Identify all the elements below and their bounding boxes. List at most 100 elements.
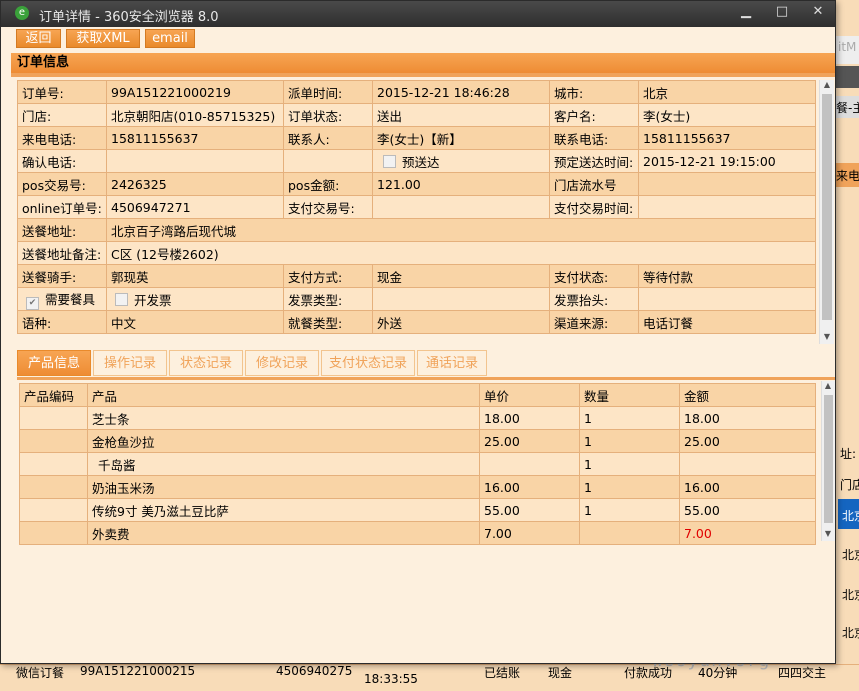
column-header: 单价 (479, 383, 580, 407)
order-info-table: 订单号: 99A151221000219 派单时间: 2015-12-21 18:46… (17, 80, 816, 334)
info-row: 语种: 中文 就餐类型: 外送 渠道来源: 电话订餐 (17, 310, 816, 334)
table-cell (19, 429, 88, 453)
address-row: 送餐地址: 北京百子湾路后现代城 (17, 218, 816, 242)
field-label: 送餐骑手: (17, 264, 107, 288)
table-row[interactable]: 芝士条 18.00 1 18.00 (19, 406, 816, 430)
checkbox-label: 开发票 (134, 292, 172, 308)
field-label (283, 149, 373, 173)
table-cell: 芝士条 (87, 406, 480, 430)
field-value: 4506947271 (106, 195, 284, 219)
info-row: pos交易号: 2426325 pos金额: 121.00 门店流水号 (17, 172, 816, 196)
field-value: 外送 (372, 310, 550, 334)
table-cell: 18.00 (479, 406, 580, 430)
info-row: 来电电话: 15811155637 联系人: 李(女士)【新】 联系电话: 1581115… (17, 126, 816, 150)
bg-fragment: 北京 (842, 626, 859, 640)
field-label: 来电电话: (17, 126, 107, 150)
field-value: 郭现英 (106, 264, 284, 288)
table-row[interactable]: 千岛酱 1 (19, 452, 816, 476)
field-value: 2015-12-21 19:15:00 (638, 149, 816, 173)
checkbox-label: 预送达 (402, 154, 440, 170)
field-label: 城市: (549, 80, 639, 104)
browser-logo-icon: e (15, 6, 29, 20)
tab-payment-status-log[interactable]: 支付状态记录 (321, 350, 415, 376)
column-header: 产品 (87, 383, 480, 407)
field-value: 15811155637 (106, 126, 284, 150)
need-tableware-checkbox[interactable]: ✔ 需要餐具 (17, 287, 107, 311)
column-header: 数量 (579, 383, 680, 407)
product-scrollbar[interactable]: ▲ ▼ (821, 381, 835, 541)
field-value: 15811155637 (638, 126, 816, 150)
field-label: 支付交易时间: (549, 195, 639, 219)
field-value (638, 172, 816, 196)
field-value: 李(女士)【新】 (372, 126, 550, 150)
scroll-down-icon[interactable]: ▼ (821, 332, 833, 341)
table-cell: 7.00 (479, 521, 580, 545)
field-label: 联系人: (283, 126, 373, 150)
table-row[interactable]: 金枪鱼沙拉 25.00 1 25.00 (19, 429, 816, 453)
order-detail-window: e 订单详情 - 360安全浏览器 8.0 ▁ □ ✕ 返回 获取XML ema… (0, 0, 836, 664)
field-value (106, 149, 284, 173)
table-cell: 16.00 (479, 475, 580, 499)
field-value (372, 195, 550, 219)
field-label: 客户名: (549, 103, 639, 127)
column-header: 产品编码 (19, 383, 88, 407)
table-cell: 25.00 (679, 429, 816, 453)
window-title: 订单详情 - 360安全浏览器 8.0 (39, 10, 219, 25)
get-xml-button[interactable]: 获取XML (66, 29, 140, 48)
table-cell (19, 498, 88, 522)
table-row[interactable]: 奶油玉米汤 16.00 1 16.00 (19, 475, 816, 499)
scroll-thumb[interactable] (824, 395, 833, 523)
field-label: 语种: (17, 310, 107, 334)
field-value: 送出 (372, 103, 550, 127)
table-cell: 外卖费 (87, 521, 480, 545)
checkbox-unchecked-icon[interactable] (383, 154, 396, 168)
tab-product-info[interactable]: 产品信息 (17, 350, 91, 376)
checkbox-unchecked-icon[interactable] (115, 292, 128, 306)
checkbox-checked-icon[interactable]: ✔ (26, 296, 39, 310)
table-cell: 1 (579, 475, 680, 499)
maximize-button[interactable]: □ (769, 3, 795, 23)
scroll-down-icon[interactable]: ▼ (822, 529, 834, 538)
minimize-button[interactable]: ▁ (733, 3, 759, 23)
field-value (372, 287, 550, 311)
field-label: 送餐地址备注: (17, 241, 107, 265)
email-button[interactable]: email (145, 29, 195, 48)
bg-fragment: 北京 (842, 509, 859, 523)
title-bar[interactable]: e 订单详情 - 360安全浏览器 8.0 ▁ □ ✕ (1, 1, 835, 27)
scroll-up-icon[interactable]: ▲ (822, 381, 834, 390)
bg-cell: 现金 (548, 666, 573, 680)
tab-edit-log[interactable]: 修改记录 (245, 350, 319, 376)
scroll-up-icon[interactable]: ▲ (821, 80, 833, 89)
table-cell: 25.00 (479, 429, 580, 453)
close-button[interactable]: ✕ (805, 3, 831, 23)
field-label: 发票抬头: (549, 287, 639, 311)
address-note-row: 送餐地址备注: C区 (12号楼2602) (17, 241, 816, 265)
tab-call-log[interactable]: 通话记录 (417, 350, 487, 376)
back-button[interactable]: 返回 (16, 29, 61, 48)
tab-operation-log[interactable]: 操作记录 (93, 350, 167, 376)
field-value: 121.00 (372, 172, 550, 196)
divider (11, 73, 835, 77)
info-row: 订单号: 99A151221000219 派单时间: 2015-12-21 18:46… (17, 80, 816, 104)
field-label: 门店流水号 (549, 172, 639, 196)
bg-fragment: itM (838, 40, 857, 54)
checkbox-label: 需要餐具 (45, 291, 96, 307)
info-row: 门店: 北京朝阳店(010-85715325) 订单状态: 送出 客户名: 李(女士) (17, 103, 816, 127)
field-value: 北京朝阳店(010-85715325) (106, 103, 284, 127)
scroll-thumb[interactable] (822, 94, 832, 320)
field-value: 99A151221000219 (106, 80, 284, 104)
toolbar: 返回 获取XML email (1, 27, 835, 51)
table-cell (479, 452, 580, 476)
info-scrollbar[interactable]: ▲ ▼ (819, 80, 834, 344)
invoice-checkbox[interactable]: 开发票 (106, 287, 284, 311)
tab-bar: 产品信息 操作记录 状态记录 修改记录 支付状态记录 通话记录 (17, 350, 817, 378)
table-cell (19, 452, 88, 476)
column-header: 金额 (679, 383, 816, 407)
field-label: 支付方式: (283, 264, 373, 288)
table-row[interactable]: 外卖费 7.00 7.00 (19, 521, 816, 545)
pre-delivery-checkbox[interactable]: 预送达 (372, 149, 550, 173)
tab-status-log[interactable]: 状态记录 (169, 350, 243, 376)
field-label: pos金额: (283, 172, 373, 196)
info-row: ✔ 需要餐具 开发票 发票类型: 发票抬头: (17, 287, 816, 311)
table-row[interactable]: 传统9寸 美乃滋土豆比萨 55.00 1 55.00 (19, 498, 816, 522)
